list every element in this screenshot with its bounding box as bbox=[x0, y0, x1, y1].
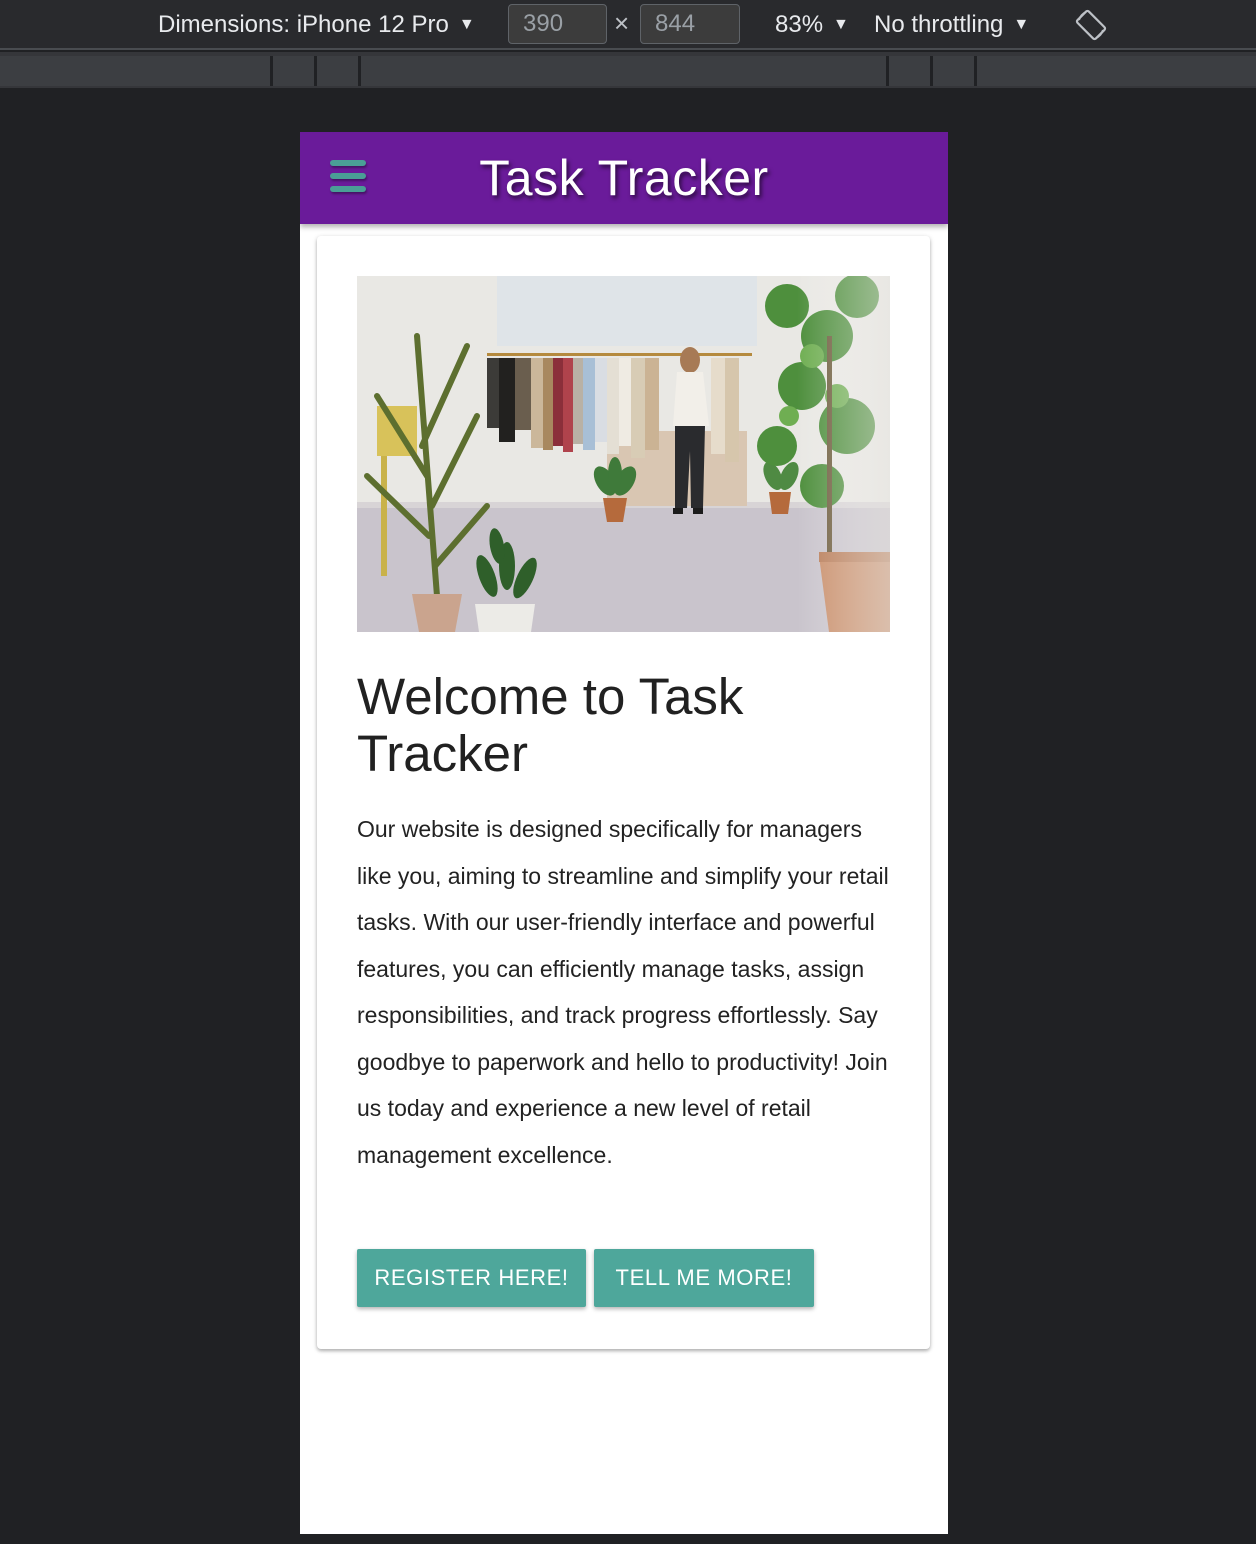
media-query-bar bbox=[0, 52, 1256, 88]
device-selector-label: Dimensions: iPhone 12 Pro bbox=[158, 11, 449, 38]
times-icon: × bbox=[614, 8, 630, 38]
card-title: Welcome to Task Tracker bbox=[357, 668, 744, 782]
height-input[interactable]: 844 bbox=[640, 4, 740, 44]
app-header: Task Tracker bbox=[300, 132, 948, 224]
welcome-card: Welcome to Task Tracker Our website is d… bbox=[317, 236, 930, 1349]
devtools-device-toolbar: Dimensions: iPhone 12 Pro ▼ 390 × 844 83… bbox=[0, 0, 1256, 50]
ruler-divider bbox=[930, 56, 933, 86]
register-button[interactable]: REGISTER HERE! bbox=[357, 1249, 586, 1307]
ruler-divider bbox=[886, 56, 889, 86]
device-viewport: Task Tracker Welcome to Task Tracker Our… bbox=[300, 132, 948, 1534]
throttling-label: No throttling bbox=[874, 11, 1004, 38]
chevron-down-icon: ▼ bbox=[1013, 16, 1030, 33]
hero-image bbox=[357, 276, 890, 632]
ruler-divider bbox=[314, 56, 317, 86]
ruler-divider bbox=[358, 56, 361, 86]
chevron-down-icon: ▼ bbox=[833, 16, 849, 33]
tell-me-more-button[interactable]: TELL ME MORE! bbox=[594, 1249, 814, 1307]
ruler-divider bbox=[270, 56, 273, 86]
rotate-icon[interactable] bbox=[1074, 8, 1108, 42]
chevron-down-icon: ▼ bbox=[458, 16, 475, 33]
ruler-divider bbox=[974, 56, 977, 86]
width-input[interactable]: 390 bbox=[508, 4, 607, 44]
zoom-selector[interactable]: 83% ▼ bbox=[775, 0, 849, 50]
throttling-selector[interactable]: No throttling ▼ bbox=[874, 0, 1029, 50]
device-selector[interactable]: Dimensions: iPhone 12 Pro ▼ bbox=[158, 0, 475, 50]
zoom-label: 83% bbox=[775, 11, 824, 38]
app-title: Task Tracker bbox=[479, 150, 769, 206]
media-query-segment[interactable] bbox=[0, 56, 1256, 86]
card-description: Our website is designed specifically for… bbox=[357, 816, 889, 1168]
